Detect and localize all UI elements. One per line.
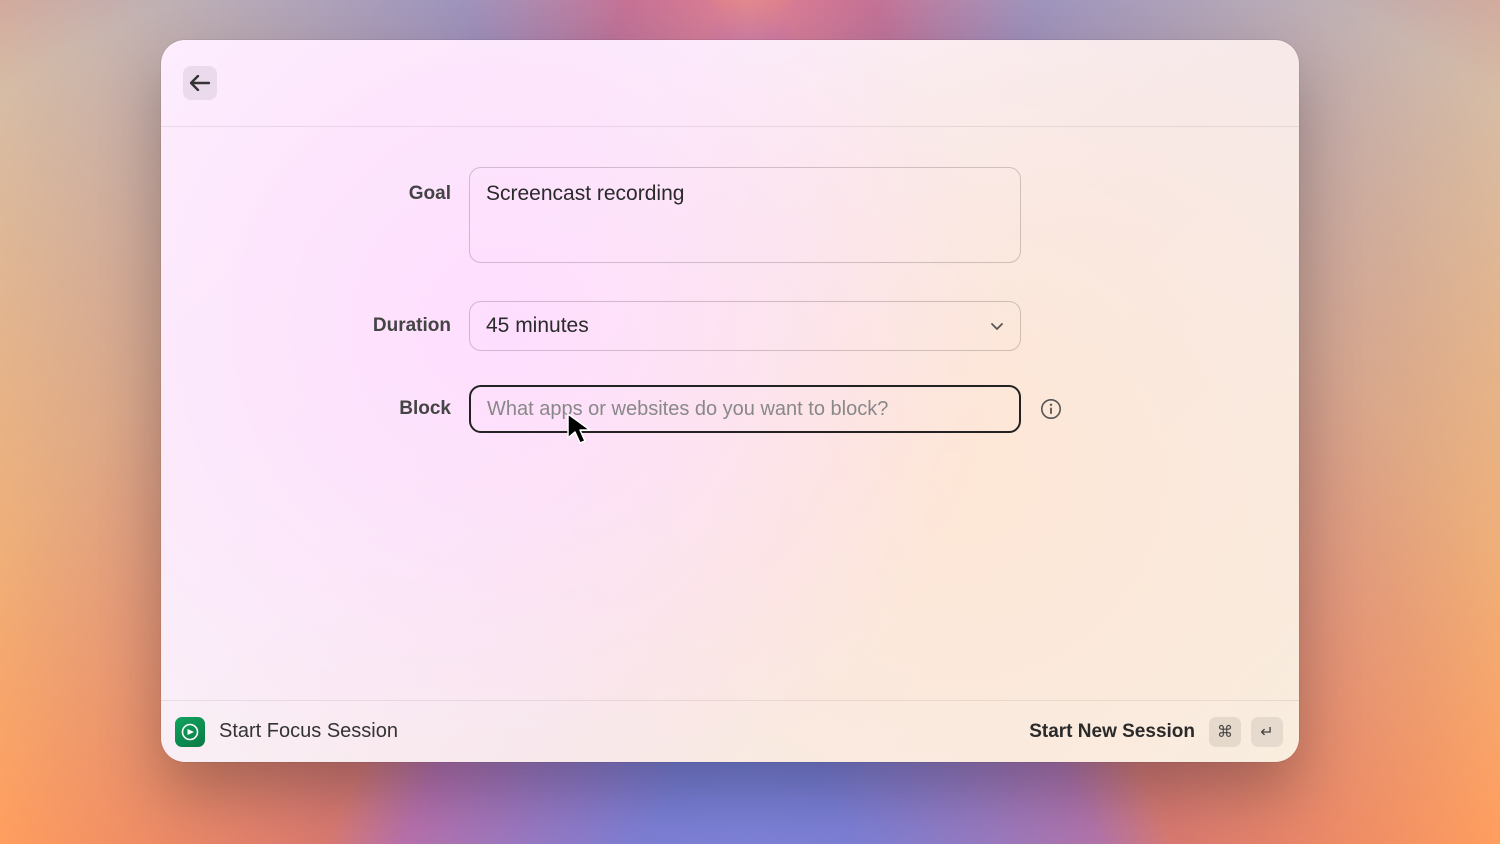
duration-row: Duration 45 minutes bbox=[161, 301, 1299, 351]
focus-app-icon bbox=[175, 717, 205, 747]
block-info-button[interactable] bbox=[1039, 397, 1063, 421]
window-footer: Start Focus Session Start New Session ⌘ … bbox=[161, 700, 1299, 762]
focus-session-window: Goal Duration 45 minutes Block bbox=[161, 40, 1299, 762]
arrow-left-icon bbox=[190, 75, 210, 91]
block-input[interactable] bbox=[469, 385, 1021, 433]
back-button[interactable] bbox=[183, 66, 217, 100]
goal-label: Goal bbox=[371, 167, 451, 205]
window-topbar bbox=[161, 40, 1299, 127]
start-new-session-label: Start New Session bbox=[1029, 721, 1195, 743]
info-icon bbox=[1040, 398, 1062, 420]
goal-row: Goal bbox=[161, 167, 1299, 263]
chevron-down-icon bbox=[990, 314, 1004, 338]
duration-select[interactable]: 45 minutes bbox=[469, 301, 1021, 351]
shortcut-enter-key: ↵ bbox=[1251, 717, 1283, 747]
form-content: Goal Duration 45 minutes Block bbox=[161, 127, 1299, 700]
start-new-session-button[interactable]: Start New Session ⌘ ↵ bbox=[1029, 717, 1283, 747]
block-label: Block bbox=[371, 398, 451, 420]
footer-left-label: Start Focus Session bbox=[219, 720, 398, 743]
goal-input[interactable] bbox=[469, 167, 1021, 263]
shortcut-cmd-key: ⌘ bbox=[1209, 717, 1241, 747]
duration-value: 45 minutes bbox=[486, 314, 589, 338]
block-row: Block bbox=[161, 385, 1299, 433]
duration-label: Duration bbox=[371, 315, 451, 337]
